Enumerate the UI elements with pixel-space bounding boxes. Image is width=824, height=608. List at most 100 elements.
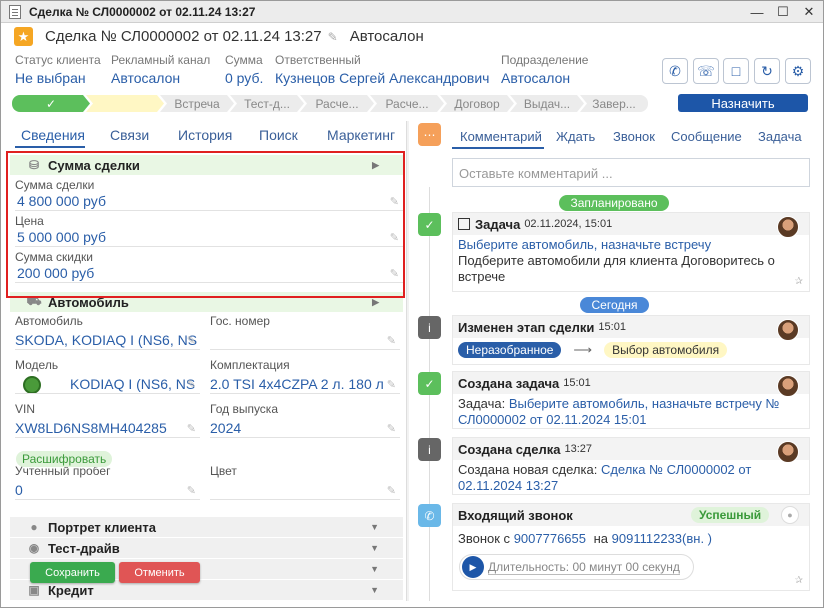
edit-icon[interactable]: ✎ [390, 267, 399, 280]
info-ad-channel[interactable]: Рекламный канал Автосалон [111, 53, 221, 86]
stage-item[interactable]: Встреча [160, 95, 234, 112]
task-link[interactable]: Выберите автомобиль, назначьте встречу [458, 237, 804, 253]
assign-button[interactable]: Назначить [678, 94, 808, 112]
tab-message[interactable]: Сообщение [671, 129, 742, 144]
stage-item[interactable]: Договор [440, 95, 514, 112]
stage-done[interactable]: ✓ [12, 95, 90, 112]
section-deal-sum[interactable]: ⛁ Сумма сделки ▶ [10, 155, 403, 175]
settings-button[interactable]: ⚙ [785, 58, 811, 84]
info-department[interactable]: Подразделение Автосалон [501, 53, 611, 86]
section-client-portrait[interactable]: ● Портрет клиента ▼ [10, 517, 403, 537]
field-value[interactable] [210, 481, 400, 500]
section-credit[interactable]: ▣ Кредит ▼ [10, 580, 403, 600]
edit-icon[interactable]: ✎ [187, 484, 196, 497]
stage-item[interactable]: Расче... [370, 95, 444, 112]
tab-task[interactable]: Задача [758, 129, 802, 144]
info-responsible[interactable]: Ответственный Кузнецов Сергей Александро… [275, 53, 493, 86]
save-button[interactable]: Сохранить [30, 562, 115, 583]
field-value[interactable]: KODIAQ I (NS6, NS [70, 376, 195, 392]
pin-icon[interactable]: ✰ [795, 575, 803, 586]
info-value[interactable]: 0 руб. [225, 70, 275, 86]
play-icon[interactable]: ▶ [462, 556, 484, 578]
incoming-call-icon: ✆ [418, 504, 441, 527]
cancel-button[interactable]: Отменить [119, 562, 200, 583]
edit-title-icon[interactable]: ✎ [328, 30, 338, 44]
card-time: 15:01 [563, 377, 591, 389]
stage-item[interactable]: Тест-д... [230, 95, 304, 112]
info-value[interactable]: Не выбран [15, 70, 107, 86]
edit-icon[interactable]: ✎ [390, 195, 399, 208]
stage-item[interactable]: Расче... [300, 95, 374, 112]
stage-change-card[interactable]: Изменен этап сделки 15:01 Неразобранное … [452, 315, 810, 365]
task-card[interactable]: Задача 02.11.2024, 15:01 Выберите автомо… [452, 212, 810, 292]
field-value[interactable]: 2.0 TSI 4x4CZPA 2 л. 180 л [210, 375, 400, 394]
field-value[interactable]: SKODA, KODIAQ I (NS6, NS [15, 331, 200, 350]
info-value[interactable]: Автосалон [501, 70, 611, 86]
deal-created-card[interactable]: Создана сделка 13:27 Создана новая сделк… [452, 437, 810, 495]
edit-icon[interactable]: ✎ [187, 378, 196, 391]
decode-vin-button[interactable]: Расшифровать [16, 451, 113, 467]
section-title: Тест-драйв [48, 540, 120, 556]
call-to-number[interactable]: 9091112233(вн. ) [612, 531, 712, 546]
task-checkbox[interactable] [458, 218, 470, 230]
info-sum[interactable]: Сумма 0 руб. [225, 53, 275, 86]
edit-icon[interactable]: ✎ [387, 484, 396, 497]
stage-current[interactable] [86, 95, 164, 112]
car-fields: Автомобиль SKODA, KODIAQ I (NS6, NS ✎ Го… [10, 312, 403, 542]
transfer-call-button[interactable]: ✆ [662, 58, 688, 84]
favorite-star-icon[interactable]: ★ [14, 27, 33, 46]
card-title: Создана сделка [458, 441, 561, 457]
info-icon: i [418, 438, 441, 461]
field-value[interactable]: 2024 [210, 419, 400, 438]
section-test-drive[interactable]: ◉ Тест-драйв ▼ [10, 538, 403, 558]
task-created-link[interactable]: Выберите автомобиль, назначьте встречу №… [458, 396, 780, 427]
tab-call[interactable]: Звонок [613, 129, 655, 144]
timeline-scrollbar[interactable] [817, 149, 823, 599]
field-value[interactable]: 0 [15, 481, 200, 500]
right-tabs: Комментарий Ждать Звонок Сообщение Задач… [454, 127, 814, 149]
tab-marketing[interactable]: Маркетинг [327, 127, 395, 143]
card-time: 02.11.2024, 15:01 [524, 218, 613, 230]
tab-search[interactable]: Поиск [259, 127, 298, 143]
field-value[interactable] [210, 331, 400, 350]
pin-icon[interactable]: ✰ [795, 276, 803, 287]
call-from-number[interactable]: 9007776655 [514, 531, 586, 546]
task-created-card[interactable]: Создана задача 15:01 Задача: Выберите ав… [452, 371, 810, 429]
info-value[interactable]: Автосалон [111, 70, 221, 86]
tab-comment[interactable]: Комментарий [460, 129, 542, 144]
refresh-button[interactable]: ↻ [754, 58, 780, 84]
stage-item[interactable]: Завер... [580, 95, 648, 112]
field-value[interactable]: XW8LD6NS8MH404285 [15, 419, 200, 438]
call-button[interactable]: ☏ [693, 58, 719, 84]
field-value[interactable]: 5 000 000 руб [15, 228, 403, 247]
edit-icon[interactable]: ✎ [387, 378, 396, 391]
info-value[interactable]: Кузнецов Сергей Александрович [275, 70, 493, 86]
pane-splitter[interactable] [406, 121, 409, 601]
edit-icon[interactable]: ✎ [390, 231, 399, 244]
section-car[interactable]: ⛟ Автомобиль ▶ [10, 292, 403, 312]
maximize-icon[interactable]: ☐ [775, 4, 791, 20]
close-icon[interactable]: ✕ [801, 4, 817, 20]
card-body: Создана новая сделка: Сделка № СЛ0000002… [453, 460, 809, 496]
minimize-icon[interactable]: — [749, 4, 765, 20]
field-value[interactable]: 200 000 руб [15, 264, 403, 283]
card-prefix: Создана новая сделка: [458, 462, 598, 477]
tab-links[interactable]: Связи [110, 127, 149, 143]
message-button[interactable]: □ [723, 58, 749, 84]
field-value-wrap[interactable]: KODIAQ I (NS6, NS [15, 375, 200, 394]
call-card[interactable]: Входящий звонок Успешный ● Звонок с 9007… [452, 503, 810, 591]
edit-icon[interactable]: ✎ [187, 334, 196, 347]
field-value[interactable]: 4 800 000 руб [15, 192, 403, 211]
active-tab-underline [452, 147, 544, 149]
card-header: Входящий звонок Успешный ● [453, 504, 809, 526]
edit-icon[interactable]: ✎ [387, 334, 396, 347]
tab-wait[interactable]: Ждать [556, 129, 595, 144]
comment-input[interactable]: Оставьте комментарий ... [452, 158, 810, 187]
edit-icon[interactable]: ✎ [187, 422, 196, 435]
tab-history[interactable]: История [178, 127, 232, 143]
stage-item[interactable]: Выдач... [510, 95, 584, 112]
phone-icon: ☏ [697, 62, 715, 79]
tab-details[interactable]: Сведения [21, 127, 85, 143]
info-client-status[interactable]: Статус клиента Не выбран [15, 53, 107, 86]
edit-icon[interactable]: ✎ [387, 422, 396, 435]
